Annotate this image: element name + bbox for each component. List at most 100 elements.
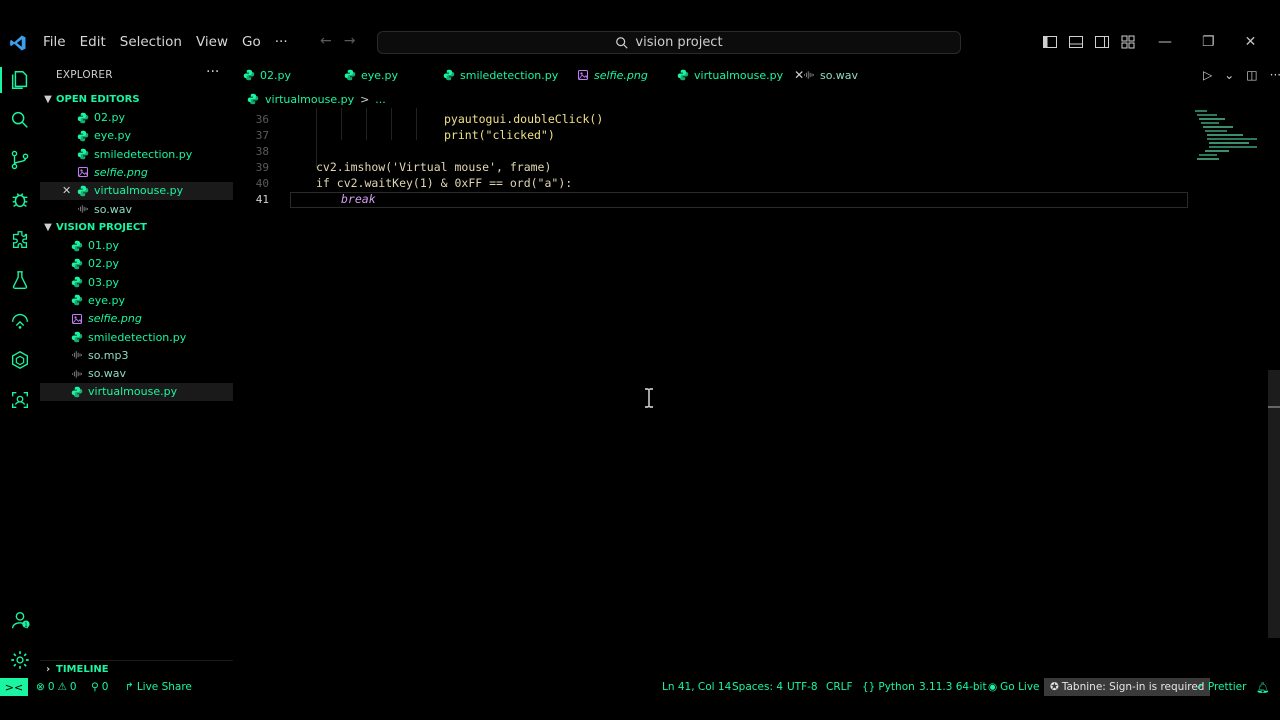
forward-arrow-icon[interactable]: → (344, 33, 356, 49)
audio-file-icon (70, 367, 84, 381)
explorer-more-button[interactable]: ··· (206, 64, 219, 80)
toggle-secondary-sidebar-icon[interactable] (1094, 34, 1110, 50)
python-file-icon (677, 69, 689, 81)
file-name: virtualmouse.py (94, 184, 184, 198)
tab-label: 02.py (260, 68, 291, 82)
vscode-logo-icon (10, 35, 26, 51)
file-item[interactable]: so.mp3 (40, 346, 233, 364)
editor-tab-bar: 02.py eye.py smiledetection.py selfie.png vi… (233, 60, 1280, 90)
file-name: 02.py (88, 257, 119, 271)
file-item[interactable]: so.wav (40, 365, 233, 383)
toggle-primary-sidebar-icon[interactable] (1042, 34, 1058, 50)
vision-project-header[interactable]: ▼ VISION PROJECT (40, 218, 233, 236)
file-item[interactable]: smiledetection.py (40, 145, 233, 163)
command-center-search[interactable]: vision project (377, 31, 961, 54)
tab-virtualmouse-py[interactable]: virtualmouse.py ✕ (677, 60, 804, 90)
cursor-position[interactable]: Ln 41, Col 14 (662, 678, 731, 696)
explorer-files-icon[interactable] (9, 69, 31, 91)
file-name: eye.py (88, 293, 126, 307)
file-item[interactable]: 02.py (40, 109, 233, 127)
accounts-icon[interactable]: 1 (9, 609, 31, 631)
indentation[interactable]: Spaces: 4 (732, 678, 783, 696)
encoding[interactable]: UTF-8 (787, 678, 818, 696)
extensions-icon[interactable] (9, 229, 31, 251)
open-editors-label: OPEN EDITORS (56, 93, 140, 105)
file-item[interactable]: selfie.png (40, 163, 233, 181)
customize-layout-icon[interactable] (1120, 34, 1136, 50)
restore-icon[interactable]: ❐ (1202, 34, 1215, 50)
line-number: 40 (255, 176, 269, 190)
tabnine-status[interactable]: ✪ Tabnine: Sign-in is required (1044, 678, 1211, 696)
file-item[interactable]: smiledetection.py (40, 328, 233, 346)
code-text: cv2.imshow('Virtual mouse', frame) (316, 160, 552, 174)
go-live-button[interactable]: ◉ Go Live (988, 678, 1040, 696)
tabnine-icon: ✪ (1050, 681, 1059, 693)
explorer-sidebar: EXPLORER ··· ▼ OPEN EDITORS 02.py eye.py s… (40, 60, 233, 678)
cube-extension-icon[interactable] (9, 349, 31, 371)
line-ending[interactable]: CRLF (826, 678, 853, 696)
file-item[interactable]: selfie.png (40, 310, 233, 328)
language-mode[interactable]: {} Python (862, 678, 915, 696)
search-sidebar-icon[interactable] (9, 109, 31, 131)
search-icon (616, 36, 629, 49)
source-control-icon[interactable] (9, 149, 31, 171)
python-file-icon (70, 275, 84, 289)
tab-02-py[interactable]: 02.py (243, 60, 291, 90)
minimize-icon[interactable]: — (1158, 34, 1172, 50)
file-item[interactable]: eye.py (40, 127, 233, 145)
testing-flask-icon[interactable] (9, 269, 31, 291)
open-editors-header[interactable]: ▼ OPEN EDITORS (40, 90, 233, 108)
tab-eye-py[interactable]: eye.py (344, 60, 398, 90)
menu-selection[interactable]: Selection (113, 32, 189, 52)
file-item[interactable]: 03.py (40, 273, 233, 291)
notifications-bell-icon[interactable]: 🔔︎ (1256, 678, 1269, 696)
close-window-icon[interactable]: ✕ (1245, 34, 1257, 50)
toggle-panel-icon[interactable] (1068, 34, 1084, 50)
menu-view[interactable]: View (189, 32, 235, 52)
menu-file[interactable]: File (36, 32, 73, 52)
tab-so-wav[interactable]: so.wav (803, 60, 858, 90)
file-item[interactable]: virtualmouse.py (40, 382, 233, 401)
tab-label: smiledetection.py (460, 68, 559, 82)
tab-smiledetection-py[interactable]: smiledetection.py (443, 60, 558, 90)
remote-window-button[interactable]: >< (0, 678, 28, 696)
svg-text:1: 1 (24, 622, 28, 628)
prettier-status[interactable]: ✓ Prettier (1196, 678, 1246, 696)
file-item[interactable]: 02.py (40, 255, 233, 273)
editor-scrollbar[interactable] (1268, 370, 1280, 638)
breadcrumb-symbol[interactable]: ... (375, 93, 386, 106)
check-all-icon: ✓ (1196, 681, 1205, 693)
remote-explorer-icon[interactable] (9, 309, 31, 331)
file-name: 03.py (88, 275, 119, 289)
breadcrumb-file[interactable]: virtualmouse.py (265, 93, 354, 106)
minimap[interactable] (1193, 108, 1273, 168)
tab-selfie-png[interactable]: selfie.png (577, 60, 648, 90)
file-item[interactable]: so.wav (40, 200, 233, 218)
warning-count: 0 (69, 681, 77, 693)
menu-go[interactable]: Go (235, 32, 268, 52)
manage-gear-icon[interactable] (9, 649, 31, 671)
code-line: 40 if cv2.waitKey(1) & 0xFF == ord("a"): (233, 175, 1280, 191)
file-item[interactable]: ✕ virtualmouse.py (40, 181, 233, 200)
ports-indicator[interactable]: ⚲ 0 (91, 678, 108, 696)
scan-extension-icon[interactable] (9, 389, 31, 411)
problems-indicator[interactable]: ⊗ 0 ⚠ 0 (36, 678, 77, 696)
run-debug-icon[interactable] (9, 189, 31, 211)
run-play-icon[interactable]: ▷ (1203, 68, 1212, 82)
python-file-icon (70, 330, 84, 344)
file-item[interactable]: eye.py (40, 291, 233, 309)
python-file-icon (70, 239, 84, 253)
back-arrow-icon[interactable]: ← (320, 33, 332, 49)
python-interpreter[interactable]: 3.11.3 64-bit (919, 678, 987, 696)
menu-more[interactable]: ··· (268, 32, 295, 52)
tab-more-icon[interactable]: ··· (1270, 68, 1280, 82)
file-item[interactable]: 01.py (40, 237, 233, 255)
line-number: 37 (255, 128, 269, 142)
menu-edit[interactable]: Edit (73, 32, 113, 52)
close-editor-icon[interactable]: ✕ (62, 184, 71, 197)
timeline-header[interactable]: › TIMELINE (40, 660, 233, 678)
code-editor[interactable]: 36 pyautogui.doubleClick() 37 print("cli… (233, 108, 1280, 678)
run-options-chevron-icon[interactable]: ⌄ (1224, 68, 1234, 82)
live-share-button[interactable]: ↱ Live Share (125, 678, 192, 696)
split-editor-icon[interactable]: ◫ (1246, 68, 1257, 82)
